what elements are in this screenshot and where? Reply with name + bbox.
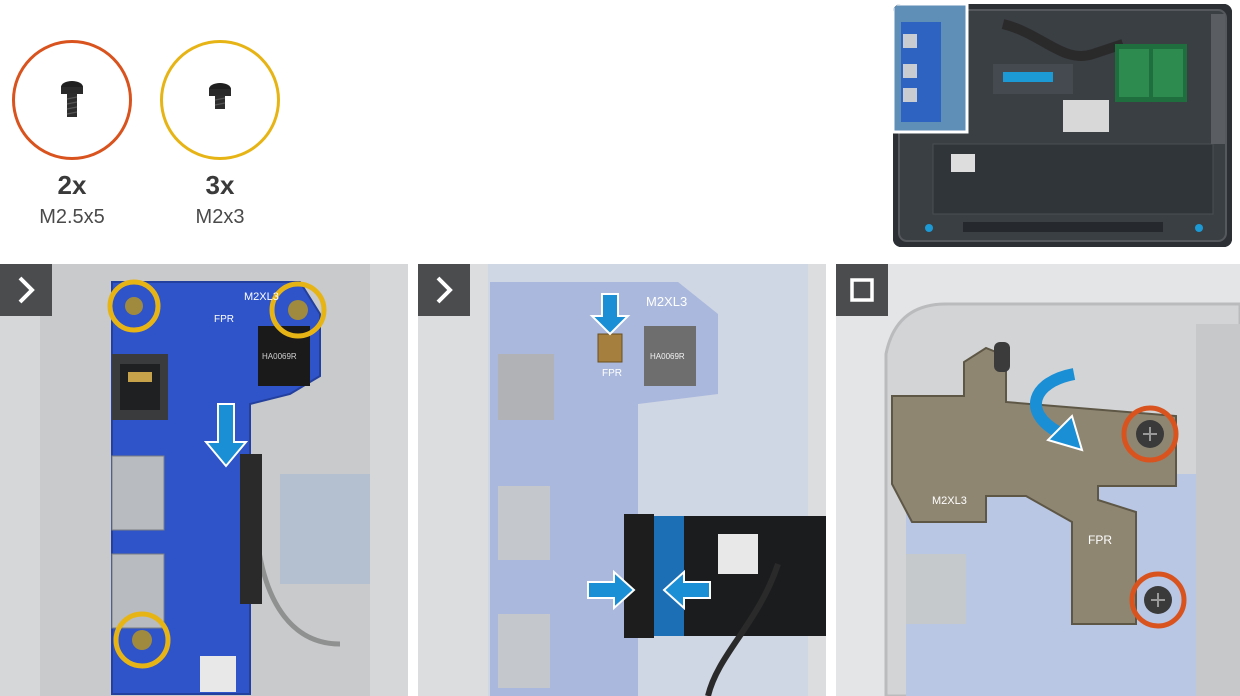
chevron-right-icon bbox=[436, 276, 453, 304]
screw-m2x3-ring bbox=[160, 40, 280, 160]
screw-m2x3-count: 3x bbox=[205, 170, 235, 200]
screw-m2x3-size: M2x3 bbox=[195, 206, 245, 228]
panel3-screw-label: M2XL3 bbox=[932, 495, 967, 507]
board-fpr-label: FPR bbox=[214, 314, 234, 325]
step-3-badge bbox=[836, 264, 888, 316]
chevron-right-icon bbox=[18, 276, 35, 304]
screw-m2-5x5-count: 2x bbox=[57, 170, 87, 200]
panel2-ic-label: HA0069R bbox=[650, 352, 685, 361]
step-3-panel: FPR M2XL3 bbox=[836, 264, 1240, 696]
board-screw-label: M2XL3 bbox=[244, 291, 279, 303]
screw-m2-5x5-size: M2.5x5 bbox=[39, 206, 105, 228]
screw-m2-5x5-ring bbox=[12, 40, 132, 160]
fpr-cable-illustration: M2XL3 FPR HA0069R bbox=[418, 264, 826, 696]
step-2-badge bbox=[418, 264, 470, 316]
laptop-overview-image bbox=[893, 4, 1232, 247]
step-2-panel: M2XL3 FPR HA0069R bbox=[418, 264, 826, 696]
io-board-illustration: M2XL3 FPR HA0069R bbox=[0, 264, 408, 696]
panel3-fpr-label: FPR bbox=[1088, 533, 1112, 547]
screw-m2-5x5-icon bbox=[61, 81, 83, 117]
panel2-screw-label: M2XL3 bbox=[646, 294, 687, 309]
screw-m2x3-icon bbox=[209, 83, 231, 109]
board-ic-label: HA0069R bbox=[262, 352, 297, 361]
step-1-panel: M2XL3 FPR HA0069R bbox=[0, 264, 408, 696]
square-stop-icon bbox=[850, 278, 874, 302]
panel2-fpr-label: FPR bbox=[602, 368, 622, 379]
hinge-illustration: FPR M2XL3 bbox=[836, 264, 1240, 696]
step-1-badge bbox=[0, 264, 52, 316]
